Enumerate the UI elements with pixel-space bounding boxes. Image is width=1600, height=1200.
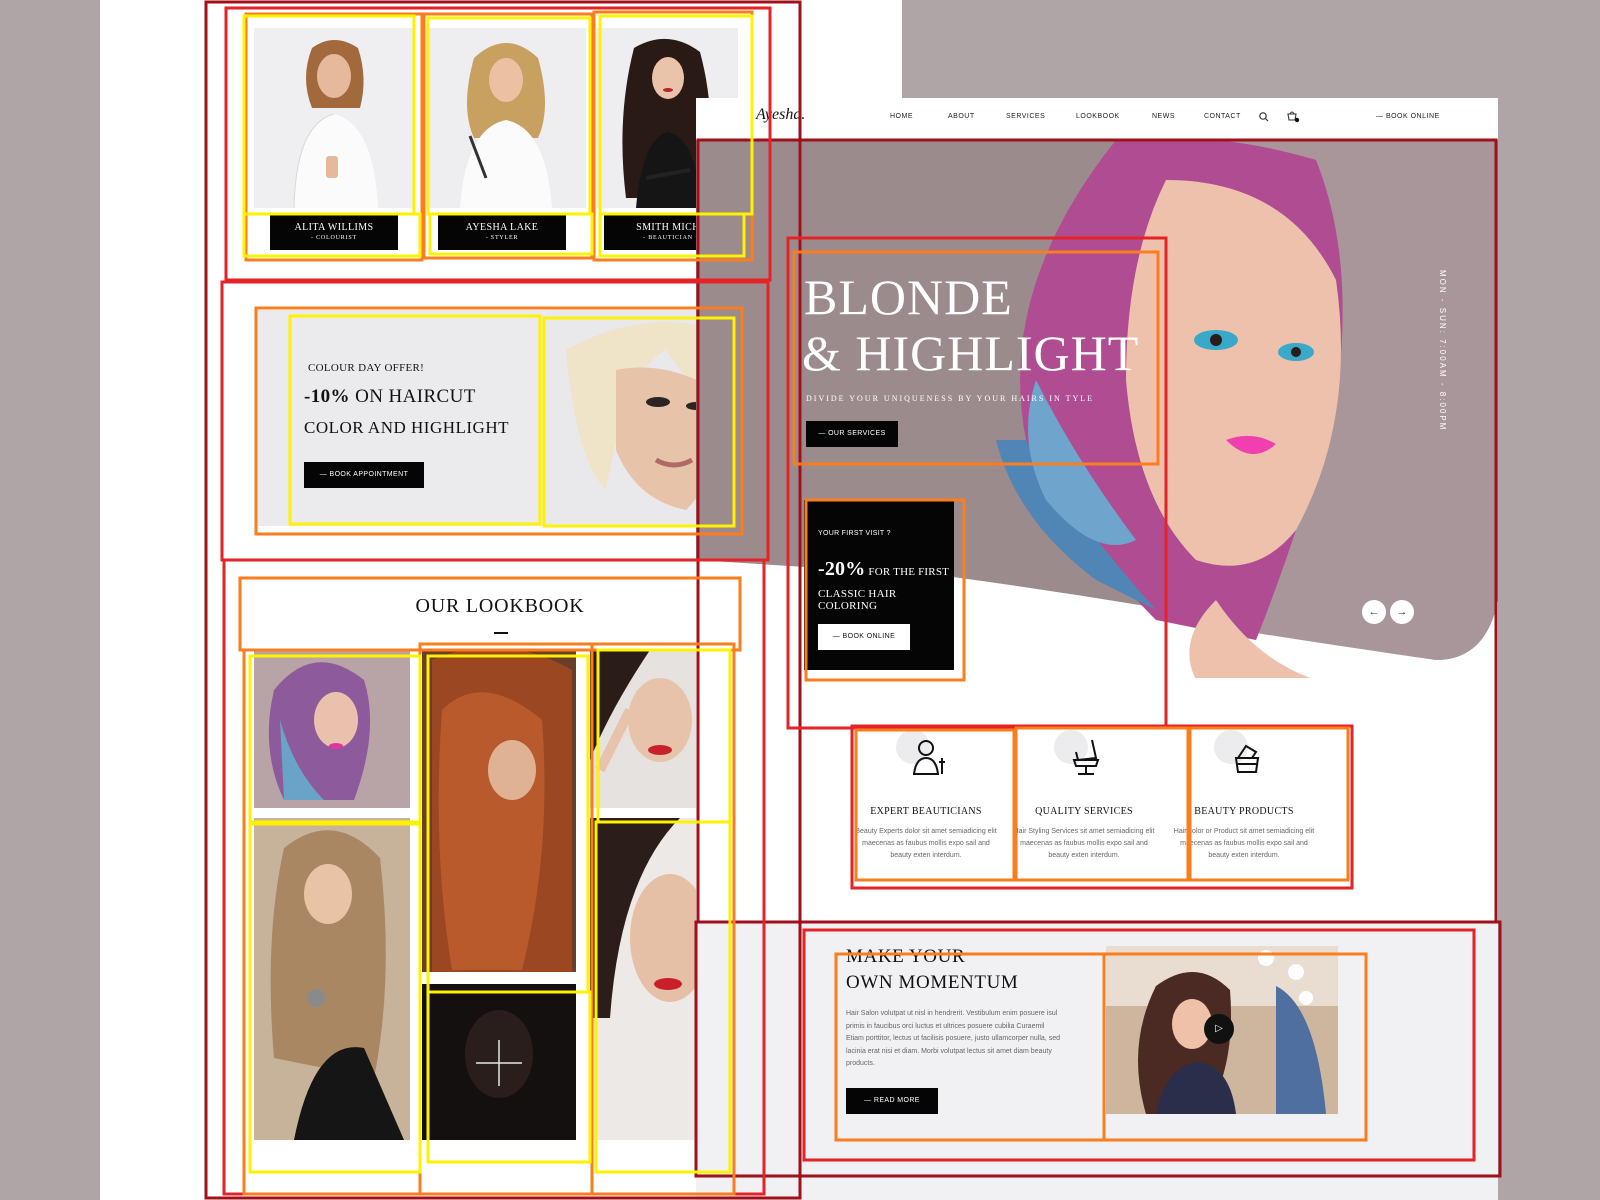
- offer-label: COLOUR DAY OFFER!: [308, 362, 425, 374]
- feature-quality-services: QUALITY SERVICES Hair Styling Services s…: [1004, 722, 1164, 872]
- offer-subline: COLOR AND HIGHLIGHT: [304, 418, 509, 437]
- visit-label: YOUR FIRST VISIT ?: [818, 530, 891, 537]
- beautician-icon: [908, 736, 950, 778]
- feature-title: BEAUTY PRODUCTS: [1194, 806, 1294, 817]
- play-video-button[interactable]: ▷: [1204, 1014, 1234, 1044]
- feature-title: EXPERT BEAUTICIANS: [870, 806, 982, 817]
- feature-title: QUALITY SERVICES: [1035, 806, 1133, 817]
- right-page-mockup: Ayesha. HOME ABOUT SERVICES LOOKBOOK NEW…: [696, 98, 1498, 1200]
- salon-chair-icon: [1066, 736, 1108, 778]
- visit-subline: CLASSIC HAIR COLORING: [818, 588, 897, 612]
- read-more-button[interactable]: — READ MORE: [846, 1088, 938, 1114]
- lookbook-photo-2[interactable]: [254, 818, 410, 1140]
- lookbook-photo-1[interactable]: [254, 650, 410, 808]
- offer-headline-text: ON HAIRCUT: [349, 386, 476, 407]
- our-services-button[interactable]: — OUR SERVICES: [806, 421, 898, 447]
- opening-hours: MON - SUN: 7:00AM - 8:00PM: [1438, 270, 1447, 432]
- cart-icon[interactable]: [1286, 110, 1300, 124]
- nav-home[interactable]: HOME: [890, 113, 913, 120]
- lookbook-title-underline: [494, 632, 508, 634]
- hero-title-line1: BLONDE: [804, 269, 1013, 325]
- momentum-title-line2: OWN MOMENTUM: [846, 972, 1019, 993]
- visit-headline: -20% FOR THE FIRST: [818, 558, 949, 581]
- nav-lookbook[interactable]: LOOKBOOK: [1076, 113, 1120, 120]
- hero-title-line2: & HIGHLIGHT: [802, 325, 1140, 381]
- top-navigation: Ayesha. HOME ABOUT SERVICES LOOKBOOK NEW…: [696, 98, 1498, 136]
- team-photo-alita: [254, 28, 414, 208]
- momentum-title-line1: MAKE YOUR: [846, 946, 966, 967]
- offer-headline: -10% ON HAIRCUT: [304, 386, 476, 408]
- momentum-section: [696, 922, 1498, 1200]
- lookbook-title: OUR LOOKBOOK: [415, 595, 585, 617]
- offer-percent: -10%: [304, 386, 350, 407]
- slider-prev-button[interactable]: ←: [1362, 600, 1386, 624]
- products-icon: [1226, 736, 1268, 778]
- team-role: - STYLER: [485, 235, 519, 241]
- team-card-alita: ALITA WILLIMS - COLOURIST: [270, 214, 398, 250]
- feature-description: Beauty Experts dolor sit amet semiadicin…: [855, 828, 997, 859]
- search-icon[interactable]: [1258, 110, 1270, 122]
- first-visit-offer: YOUR FIRST VISIT ? -20% FOR THE FIRST CL…: [804, 500, 954, 670]
- book-appointment-button[interactable]: — BOOK APPOINTMENT: [304, 462, 424, 488]
- lookbook-photo-4[interactable]: [422, 984, 576, 1140]
- visit-percent: -20%: [818, 558, 866, 580]
- feature-expert-beauticians: EXPERT BEAUTICIANS Beauty Experts dolor …: [846, 722, 1006, 872]
- team-role: - COLOURIST: [311, 235, 357, 241]
- team-photo-ayesha: [426, 28, 586, 208]
- team-name: ALITA WILLIMS: [294, 222, 374, 233]
- hero-subtitle: DIVIDE YOUR UNIQUENESS BY YOUR HAIRS IN …: [806, 394, 1095, 403]
- momentum-description: Hair Salon volutpat ut nisl in hendrerit…: [846, 1010, 1060, 1067]
- site-logo[interactable]: Ayesha.: [756, 106, 805, 124]
- team-card-ayesha: AYESHA LAKE - STYLER: [438, 214, 566, 250]
- slider-next-button[interactable]: →: [1390, 600, 1414, 624]
- feature-description: Hair color or Product sit amet semiadici…: [1173, 828, 1315, 859]
- nav-services[interactable]: SERVICES: [1006, 113, 1045, 120]
- visit-headline-text: FOR THE FIRST: [865, 566, 950, 578]
- feature-beauty-products: BEAUTY PRODUCTS Hair color or Product si…: [1164, 722, 1324, 872]
- nav-contact[interactable]: CONTACT: [1204, 113, 1241, 120]
- book-online-button[interactable]: — BOOK ONLINE: [818, 624, 910, 650]
- nav-news[interactable]: NEWS: [1152, 113, 1175, 120]
- book-online-nav-link[interactable]: — BOOK ONLINE: [1376, 113, 1440, 120]
- nav-about[interactable]: ABOUT: [948, 113, 975, 120]
- lookbook-photo-3[interactable]: [422, 650, 576, 972]
- team-name: AYESHA LAKE: [465, 222, 539, 233]
- feature-description: Hair Styling Services sit amet semiadici…: [1013, 828, 1155, 859]
